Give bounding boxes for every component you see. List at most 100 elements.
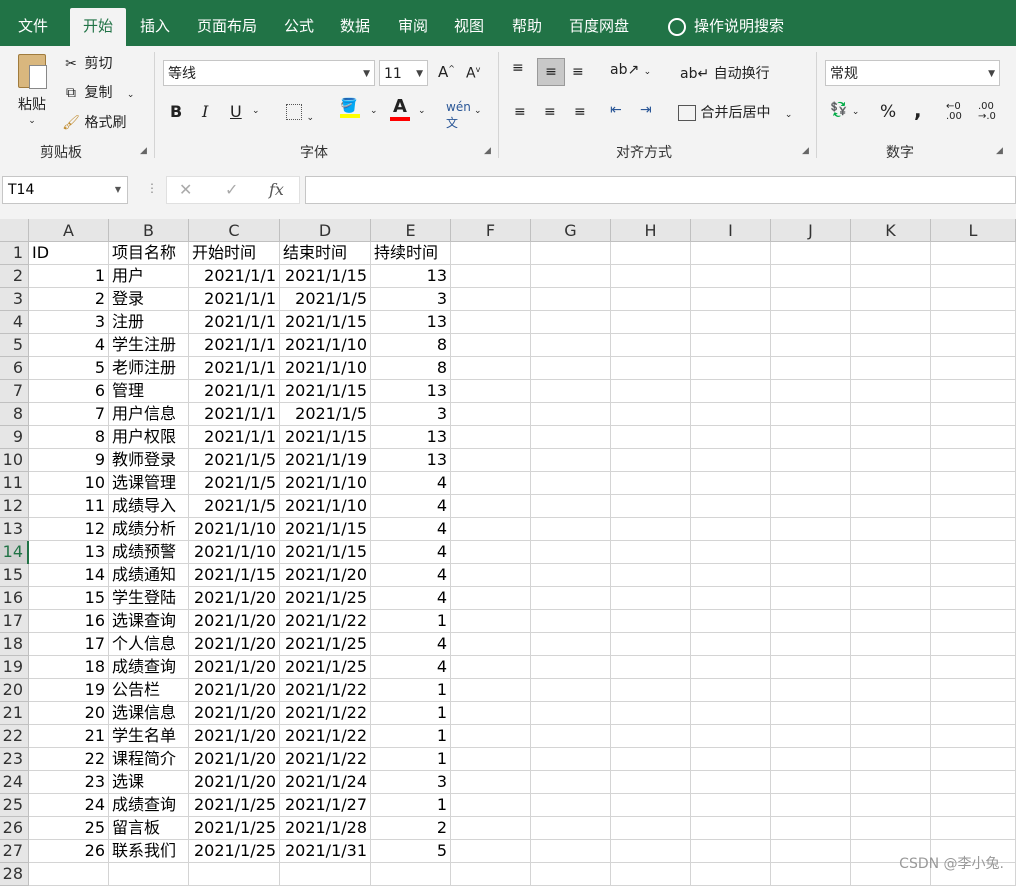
cell-a6[interactable]: 5 [29,357,109,380]
cell-g10[interactable] [531,449,611,472]
tab-page-layout[interactable]: 页面布局 [188,0,266,46]
tab-formulas[interactable]: 公式 [274,0,324,46]
cell-g11[interactable] [531,472,611,495]
cell-g7[interactable] [531,380,611,403]
cell-j16[interactable] [771,587,851,610]
cell-i24[interactable] [691,771,771,794]
cell-h23[interactable] [611,748,691,771]
row-header[interactable]: 14 [0,541,29,564]
cell-b2[interactable]: 用户 [109,265,189,288]
percent-button[interactable]: % [880,102,896,122]
column-header-j[interactable]: J [771,219,851,242]
cell-k22[interactable] [851,725,931,748]
cell-b5[interactable]: 学生注册 [109,334,189,357]
cell-j21[interactable] [771,702,851,725]
cell-h26[interactable] [611,817,691,840]
cell-f19[interactable] [451,656,531,679]
merge-center-button[interactable]: 合并后居中 ⌄ [678,102,792,122]
cell-l9[interactable] [931,426,1016,449]
cell-e4[interactable]: 13 [371,311,451,334]
cell-b10[interactable]: 教师登录 [109,449,189,472]
cell-b11[interactable]: 选课管理 [109,472,189,495]
cell-e16[interactable]: 4 [371,587,451,610]
tab-baidu-netdisk[interactable]: 百度网盘 [560,0,638,46]
cell-i25[interactable] [691,794,771,817]
cell-e5[interactable]: 8 [371,334,451,357]
cell-b15[interactable]: 成绩通知 [109,564,189,587]
cell-d26[interactable]: 2021/1/28 [280,817,371,840]
column-header-g[interactable]: G [531,219,611,242]
cell-f4[interactable] [451,311,531,334]
chevron-down-icon[interactable]: ⌄ [418,106,426,116]
cell-c4[interactable]: 2021/1/1 [189,311,280,334]
column-header-h[interactable]: H [611,219,691,242]
cell-f23[interactable] [451,748,531,771]
cell-j14[interactable] [771,541,851,564]
cell-d23[interactable]: 2021/1/22 [280,748,371,771]
cell-b22[interactable]: 学生名单 [109,725,189,748]
cell-e18[interactable]: 4 [371,633,451,656]
cell-e22[interactable]: 1 [371,725,451,748]
tab-file[interactable]: 文件 [4,0,62,46]
cell-a3[interactable]: 2 [29,288,109,311]
column-header-e[interactable]: E [371,219,451,242]
cell-k13[interactable] [851,518,931,541]
cell-a12[interactable]: 11 [29,495,109,518]
cell-k23[interactable] [851,748,931,771]
cell-k24[interactable] [851,771,931,794]
cell-e9[interactable]: 13 [371,426,451,449]
cell-i16[interactable] [691,587,771,610]
cell-j6[interactable] [771,357,851,380]
row-header[interactable]: 25 [0,794,29,817]
align-middle-button[interactable]: ≡ [537,58,565,86]
cell-j25[interactable] [771,794,851,817]
cell-c24[interactable]: 2021/1/20 [189,771,280,794]
cell-k18[interactable] [851,633,931,656]
cell-h27[interactable] [611,840,691,863]
cell-i15[interactable] [691,564,771,587]
cell-h10[interactable] [611,449,691,472]
cell-d6[interactable]: 2021/1/10 [280,357,371,380]
cell-g25[interactable] [531,794,611,817]
row-header[interactable]: 16 [0,587,29,610]
cell-j23[interactable] [771,748,851,771]
cell-i2[interactable] [691,265,771,288]
cell-f10[interactable] [451,449,531,472]
spreadsheet-grid[interactable]: A B C D E F G H I J K L 1 ID 项目名称 开始时间 结束时间 持续时间 2 1 用户 2021/… [0,219,1016,886]
cell-h9[interactable] [611,426,691,449]
cell-d14[interactable]: 2021/1/15 [280,541,371,564]
cell-h5[interactable] [611,334,691,357]
cell-b4[interactable]: 注册 [109,311,189,334]
cell-e15[interactable]: 4 [371,564,451,587]
cell-h7[interactable] [611,380,691,403]
cell-k6[interactable] [851,357,931,380]
cell-i26[interactable] [691,817,771,840]
cell-j15[interactable] [771,564,851,587]
cell-b18[interactable]: 个人信息 [109,633,189,656]
number-format-combo[interactable]: 常规 ▼ [825,60,1000,86]
cell-f9[interactable] [451,426,531,449]
cell-h28[interactable] [611,863,691,886]
cell-j2[interactable] [771,265,851,288]
cell-j3[interactable] [771,288,851,311]
row-header[interactable]: 21 [0,702,29,725]
dialog-launcher-icon[interactable]: ◢ [802,146,811,156]
cell-i28[interactable] [691,863,771,886]
cell-a21[interactable]: 20 [29,702,109,725]
cell-f14[interactable] [451,541,531,564]
select-all-corner[interactable] [0,219,29,242]
cell-b14[interactable]: 成绩预警 [109,541,189,564]
cell-f26[interactable] [451,817,531,840]
cell-l21[interactable] [931,702,1016,725]
cell-a17[interactable]: 16 [29,610,109,633]
cell-k3[interactable] [851,288,931,311]
cell-a13[interactable]: 12 [29,518,109,541]
borders-button[interactable]: ⌄ [286,104,314,124]
cell-b1[interactable]: 项目名称 [109,242,189,265]
row-header[interactable]: 22 [0,725,29,748]
row-header[interactable]: 27 [0,840,29,863]
row-header[interactable]: 20 [0,679,29,702]
cell-k7[interactable] [851,380,931,403]
accounting-format-button[interactable]: 💱 ⌄ [830,102,859,118]
cell-g18[interactable] [531,633,611,656]
